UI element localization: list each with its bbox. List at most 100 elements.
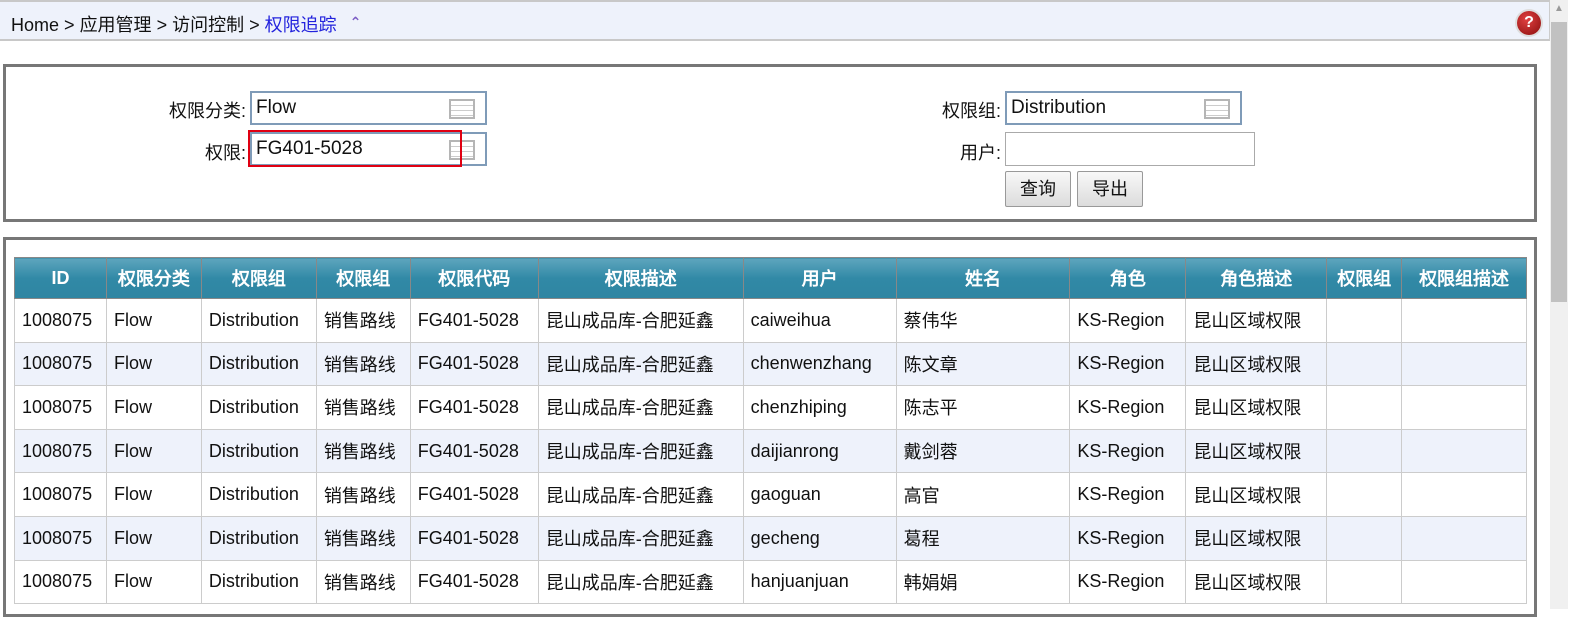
table-row[interactable]: 1008075 Flow Distribution 销售路线 FG401-5028 昆山成…: [14, 385, 1527, 430]
list-picker-icon[interactable]: [449, 99, 475, 119]
breadcrumb-access-control[interactable]: 访问控制: [172, 15, 244, 35]
export-button[interactable]: 导出: [1077, 171, 1143, 207]
table-cell: Distribution: [200, 472, 317, 517]
table-cell: KS-Region: [1069, 515, 1187, 561]
table-cell: 1008075: [14, 559, 107, 605]
breadcrumb-current[interactable]: 权限追踪: [265, 15, 337, 35]
table-cell: FG401-5028: [409, 385, 539, 430]
table-cell: daijianrong: [742, 428, 897, 474]
table-cell: 昆山区域权限: [1185, 472, 1328, 517]
table-cell: 1008075: [14, 428, 107, 474]
table-cell: 昆山成品库-合肥延鑫: [537, 298, 744, 343]
scrollbar-thumb[interactable]: [1551, 22, 1567, 302]
table-cell: KS-Region: [1069, 298, 1187, 343]
table-cell: Flow: [105, 298, 202, 343]
table-cell: 销售路线: [315, 385, 411, 430]
table-cell: gecheng: [742, 515, 897, 561]
breadcrumb-bar: Home > 应用管理 > 访问控制 > 权限追踪 ⌃ ?: [0, 0, 1550, 41]
table-header-row: ID 权限分类 权限组 权限组 权限代码 权限描述 用户 姓名 角色 角色描述 权限组 权限组描述: [14, 257, 1527, 299]
table-cell: Distribution: [200, 385, 317, 430]
column-header[interactable]: 权限代码: [409, 257, 539, 299]
column-header[interactable]: 权限组: [200, 257, 317, 299]
column-header[interactable]: 权限组: [315, 257, 411, 299]
table-cell: 蔡伟华: [895, 298, 1071, 343]
query-button[interactable]: 查询: [1005, 171, 1071, 207]
table-row[interactable]: 1008075 Flow Distribution 销售路线 FG401-5028 昆山成…: [14, 428, 1527, 474]
group-field[interactable]: Distribution: [1005, 91, 1242, 125]
table-row[interactable]: 1008075 Flow Distribution 销售路线 FG401-5028 昆山成…: [14, 559, 1527, 605]
table-cell: 昆山区域权限: [1185, 559, 1328, 605]
table-row[interactable]: 1008075 Flow Distribution 销售路线 FG401-5028 昆山成…: [14, 472, 1527, 517]
column-header[interactable]: 姓名: [895, 257, 1071, 299]
table-cell: FG401-5028: [409, 515, 539, 561]
table-cell: 昆山区域权限: [1185, 385, 1328, 430]
scroll-up-icon[interactable]: ▲: [1550, 0, 1568, 18]
column-header[interactable]: ID: [14, 257, 107, 299]
table-cell: [1326, 472, 1403, 517]
breadcrumb-app-management[interactable]: 应用管理: [80, 15, 152, 35]
table-cell: [1326, 298, 1403, 343]
table-row[interactable]: 1008075 Flow Distribution 销售路线 FG401-5028 昆山成…: [14, 341, 1527, 387]
breadcrumb-separator: >: [249, 15, 260, 35]
table-cell: Distribution: [200, 341, 317, 387]
table-cell: 销售路线: [315, 428, 411, 474]
table-cell: FG401-5028: [409, 298, 539, 343]
column-header[interactable]: 权限组描述: [1401, 257, 1527, 299]
table-cell: 陈文章: [895, 341, 1071, 387]
breadcrumb-separator: >: [64, 15, 75, 35]
column-header[interactable]: 角色: [1069, 257, 1187, 299]
breadcrumb-separator: >: [156, 15, 168, 35]
column-header[interactable]: 权限组: [1326, 257, 1403, 299]
table-cell: [1401, 472, 1527, 517]
table-cell: 1008075: [14, 298, 107, 343]
table-cell: [1326, 428, 1403, 474]
help-icon[interactable]: ?: [1517, 11, 1541, 35]
category-field[interactable]: Flow: [250, 91, 487, 125]
group-value: Distribution: [1011, 97, 1107, 118]
table-cell: 销售路线: [315, 341, 411, 387]
table-cell: [1401, 428, 1527, 474]
table-cell: FG401-5028: [409, 341, 539, 387]
column-header[interactable]: 权限分类: [105, 257, 202, 299]
group-label: 权限组:: [941, 101, 1001, 121]
table-cell: FG401-5028: [409, 559, 539, 605]
category-label: 权限分类:: [168, 101, 246, 121]
collapse-up-icon[interactable]: ⌃: [350, 14, 362, 30]
table-cell: [1401, 341, 1527, 387]
table-cell: 昆山区域权限: [1185, 341, 1328, 387]
highlight-box: [248, 130, 462, 167]
table-cell: [1326, 515, 1403, 561]
search-panel: 权限分类: Flow 权限: FG401-5028 权限组: Distribut…: [3, 64, 1537, 222]
table-cell: [1401, 385, 1527, 430]
column-header[interactable]: 用户: [742, 257, 897, 299]
table-cell: 葛程: [895, 515, 1071, 561]
table-cell: 昆山成品库-合肥延鑫: [537, 341, 744, 387]
table-cell: Distribution: [200, 428, 317, 474]
table-cell: 昆山区域权限: [1185, 515, 1328, 561]
table-cell: 戴剑蓉: [895, 428, 1071, 474]
table-cell: 昆山成品库-合肥延鑫: [537, 385, 744, 430]
table-cell: 1008075: [14, 515, 107, 561]
table-cell: Distribution: [200, 559, 317, 605]
table-cell: caiweihua: [742, 298, 897, 343]
table-cell: chenwenzhang: [742, 341, 897, 387]
table-row[interactable]: 1008075 Flow Distribution 销售路线 FG401-5028 昆山成…: [14, 298, 1527, 343]
list-picker-icon[interactable]: [1204, 99, 1230, 119]
table-cell: Flow: [105, 341, 202, 387]
results-panel: ID 权限分类 权限组 权限组 权限代码 权限描述 用户 姓名 角色 角色描述 权限组 权限组描述 1…: [3, 237, 1537, 617]
table-row[interactable]: 1008075 Flow Distribution 销售路线 FG401-5028 昆山成…: [14, 515, 1527, 561]
table-cell: FG401-5028: [409, 428, 539, 474]
table-cell: 销售路线: [315, 298, 411, 343]
permission-label: 权限:: [204, 143, 246, 163]
vertical-scrollbar[interactable]: ▲: [1550, 0, 1568, 609]
user-input[interactable]: [1005, 132, 1255, 166]
table-cell: Distribution: [200, 515, 317, 561]
table-cell: 陈志平: [895, 385, 1071, 430]
table-cell: KS-Region: [1069, 559, 1187, 605]
breadcrumb-home[interactable]: Home: [11, 15, 59, 35]
column-header[interactable]: 角色描述: [1185, 257, 1328, 299]
table-cell: 销售路线: [315, 515, 411, 561]
table-cell: 昆山区域权限: [1185, 298, 1328, 343]
column-header[interactable]: 权限描述: [537, 257, 744, 299]
table-cell: 1008075: [14, 472, 107, 517]
